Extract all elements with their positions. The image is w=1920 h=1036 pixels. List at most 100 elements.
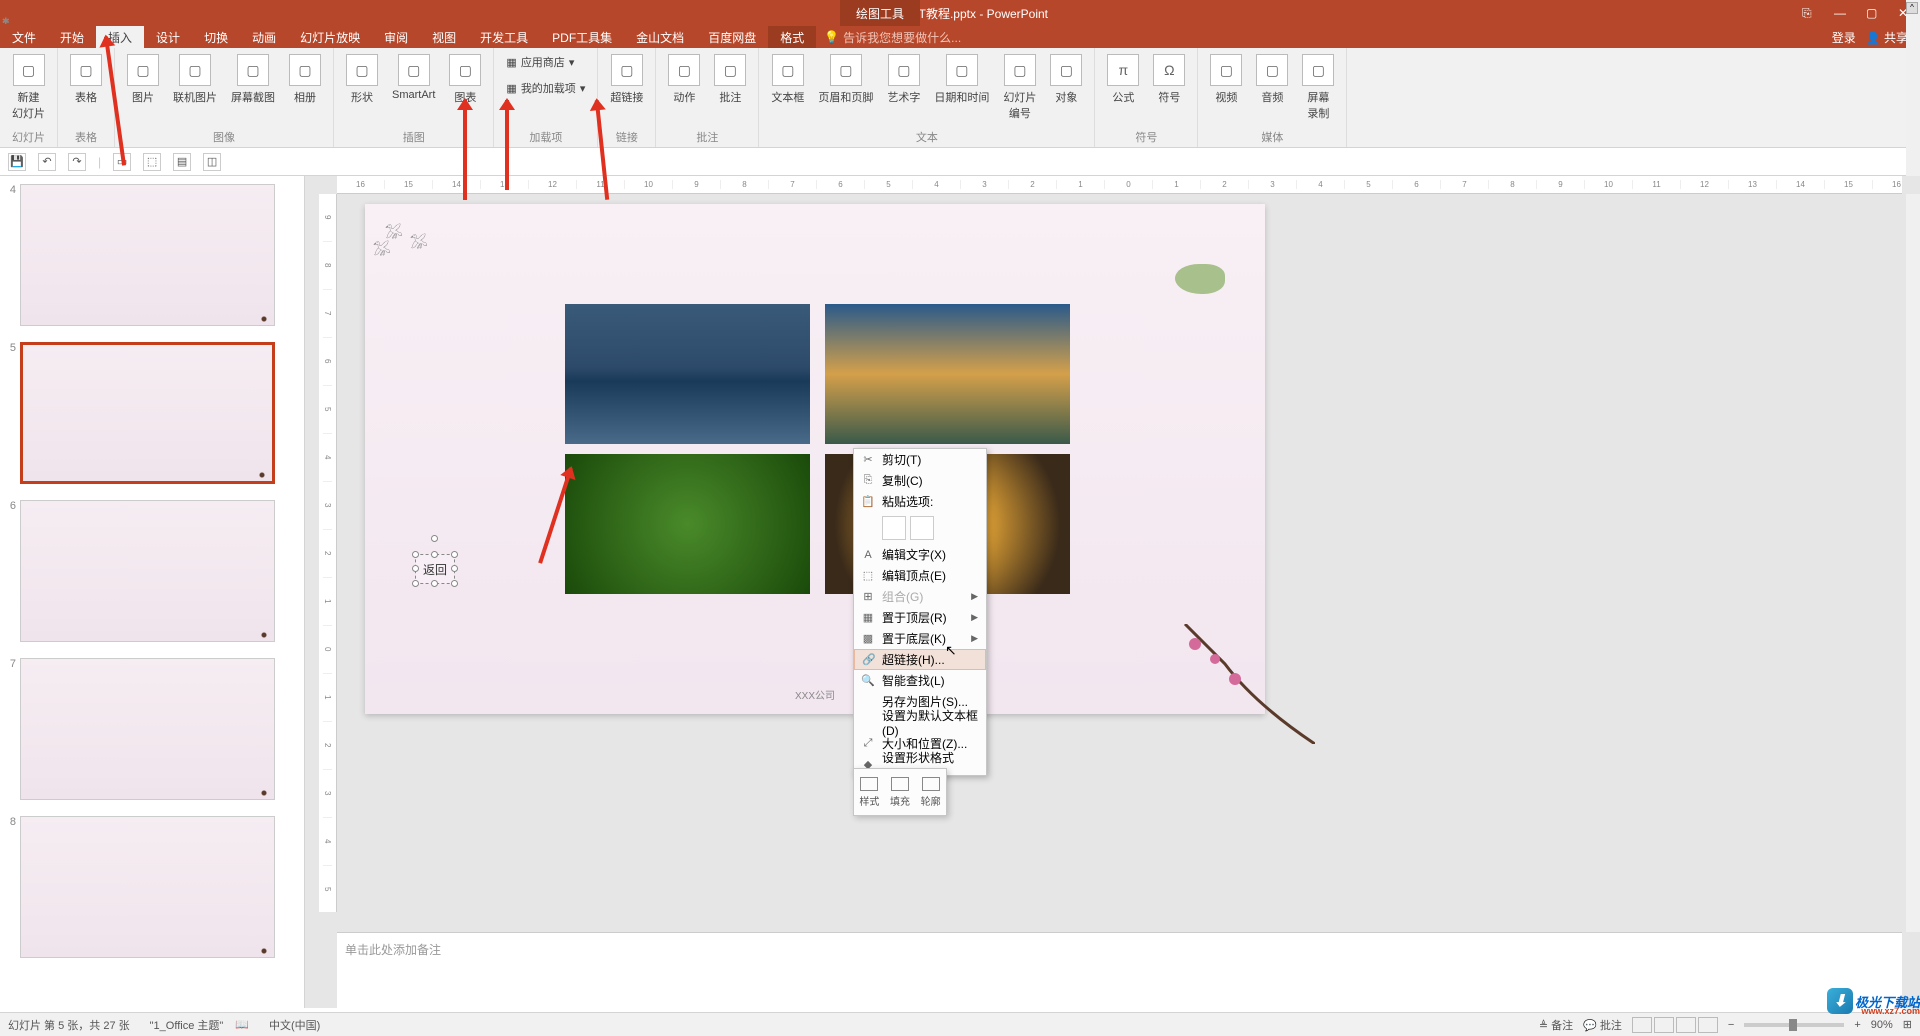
slide-thumbnail[interactable]: 4✱ (4, 184, 300, 326)
context-menu-item[interactable]: A编辑文字(X) (854, 544, 986, 565)
context-menu-item[interactable]: ✂剪切(T) (854, 449, 986, 470)
sorter-view-button[interactable] (1654, 1017, 1674, 1033)
undo-button[interactable]: ↶ (38, 153, 56, 171)
hyperlink-button[interactable]: ▢超链接 (604, 52, 649, 107)
context-menu-item[interactable]: 🔗超链接(H)... (854, 649, 986, 670)
new-slide-button[interactable]: ▢新建幻灯片 (6, 52, 51, 123)
slide-editor[interactable]: 1615141312111098765432101234567891011121… (305, 176, 1920, 1008)
tab-slideshow[interactable]: 幻灯片放映 (288, 26, 372, 48)
ribbon-group: ▢动作▢批注批注 (656, 48, 759, 147)
context-menu-item[interactable]: ⎘复制(C) (854, 470, 986, 491)
tab-transitions[interactable]: 切换 (192, 26, 240, 48)
qat-btn-5[interactable]: ⬚ (143, 153, 161, 171)
tell-me-search[interactable]: 💡告诉我您想要做什么... (816, 26, 1831, 48)
slide-thumbnails-panel[interactable]: 4✱5✱6✱7✱8✱^ (0, 176, 305, 1008)
context-menu-item[interactable]: ▦置于顶层(R)▶ (854, 607, 986, 628)
context-menu-item[interactable]: ⬚编辑顶点(E) (854, 565, 986, 586)
album-button[interactable]: ▢相册 (283, 52, 327, 107)
selected-textbox[interactable]: 返回 (415, 554, 455, 584)
tab-developer[interactable]: 开发工具 (468, 26, 540, 48)
outline-button[interactable]: 轮廓 (915, 769, 946, 815)
slide-thumbnail[interactable]: 6✱ (4, 500, 300, 642)
paste-option-button[interactable] (882, 516, 906, 540)
qat-btn-6[interactable]: ▤ (173, 153, 191, 171)
slide-image-leaf[interactable] (565, 454, 810, 594)
slide-number-button[interactable]: ▢幻灯片编号 (997, 52, 1042, 123)
tab-baidu[interactable]: 百度网盘 (696, 26, 768, 48)
table-button[interactable]: ▢表格 (64, 52, 108, 107)
action-button[interactable]: ▢动作 (662, 52, 706, 107)
slide-thumbnail[interactable]: 5✱ (4, 342, 300, 484)
tab-view[interactable]: 视图 (420, 26, 468, 48)
store-icon[interactable]: ▦应用商店 ▾ (500, 52, 591, 72)
smartart-button[interactable]: ▢SmartArt (386, 52, 441, 107)
online-picture-button[interactable]: ▢联机图片 (167, 52, 223, 107)
slide-image-lake[interactable] (825, 304, 1070, 444)
redo-button[interactable]: ↷ (68, 153, 86, 171)
context-menu-item[interactable]: 🔍智能查找(L) (854, 670, 986, 691)
wordart-button[interactable]: ▢艺术字 (881, 52, 926, 123)
canvas: 𓅮 𓅮 𓅮 XXX公司 返回 (365, 204, 1895, 904)
qat-btn-7[interactable]: ◫ (203, 153, 221, 171)
tab-file[interactable]: 文件 (0, 26, 48, 48)
zoom-level[interactable]: 90% (1871, 1019, 1893, 1031)
context-menu-item[interactable]: ▩置于底层(K)▶ (854, 628, 986, 649)
login-link[interactable]: 登录 (1832, 29, 1856, 46)
reading-view-button[interactable] (1676, 1017, 1696, 1033)
audio-icon: ▢ (1256, 54, 1288, 86)
tab-format[interactable]: 格式 (768, 26, 816, 48)
normal-view-button[interactable] (1632, 1017, 1652, 1033)
screenshot-button[interactable]: ▢屏幕截图 (225, 52, 281, 107)
textbox-button[interactable]: ▢文本框 (765, 52, 810, 123)
language-status[interactable]: 中文(中国) (269, 1017, 320, 1033)
slide-thumbnail[interactable]: 7✱ (4, 658, 300, 800)
notes-panel[interactable]: 单击此处添加备注 (337, 932, 1902, 1008)
slide-thumbnail[interactable]: 8✱ (4, 816, 300, 958)
shapes-button[interactable]: ▢形状 (340, 52, 384, 107)
maximize-button[interactable]: ▢ (1866, 6, 1880, 20)
paste-option-button[interactable] (910, 516, 934, 540)
zoom-out-button[interactable]: − (1728, 1019, 1734, 1031)
comment-button[interactable]: ▢批注 (708, 52, 752, 107)
qat-btn-4[interactable]: ▭ (113, 153, 131, 171)
tab-wps-docs[interactable]: 金山文档 (624, 26, 696, 48)
datetime-button[interactable]: ▢日期和时间 (928, 52, 995, 123)
tab-insert[interactable]: 插入 (96, 26, 144, 48)
chart-button[interactable]: ▢图表 (443, 52, 487, 107)
notes-toggle[interactable]: ≜ 备注 (1539, 1017, 1573, 1033)
style-button[interactable]: 样式 (854, 769, 885, 815)
context-menu-item[interactable]: 📋粘贴选项: (854, 491, 986, 512)
ppt-options-icon[interactable]: ⎘ (1802, 6, 1816, 20)
tab-review[interactable]: 审阅 (372, 26, 420, 48)
context-menu-item[interactable]: 设置为默认文本框(D) (854, 712, 986, 733)
fit-window-button[interactable]: ⊞ (1903, 1018, 1912, 1031)
minimize-button[interactable]: — (1834, 6, 1848, 20)
symbol-button[interactable]: Ω符号 (1147, 52, 1191, 107)
ribbon-group: ▢视频▢音频▢屏幕录制媒体 (1198, 48, 1347, 147)
slide-image-mountain[interactable] (565, 304, 810, 444)
share-button[interactable]: 👤 共享 (1866, 29, 1908, 46)
audio-button[interactable]: ▢音频 (1250, 52, 1294, 123)
screen-rec-button[interactable]: ▢屏幕录制 (1296, 52, 1340, 123)
video-button[interactable]: ▢视频 (1204, 52, 1248, 123)
tab-design[interactable]: 设计 (144, 26, 192, 48)
save-button[interactable]: 💾 (8, 153, 26, 171)
tab-pdf-tools[interactable]: PDF工具集 (540, 26, 624, 48)
editor-scrollbar[interactable] (1906, 194, 1920, 932)
slideshow-view-button[interactable] (1698, 1017, 1718, 1033)
my-addins-icon[interactable]: ▦我的加载项 ▾ (500, 78, 591, 98)
comments-toggle[interactable]: 💬 批注 (1583, 1017, 1622, 1033)
ctx-icon: A (860, 547, 876, 563)
current-slide[interactable]: 𓅮 𓅮 𓅮 XXX公司 返回 (365, 204, 1265, 714)
header-footer-button[interactable]: ▢页眉和页脚 (812, 52, 879, 123)
tab-home[interactable]: 开始 (48, 26, 96, 48)
spellcheck-icon[interactable]: 📖 (235, 1018, 249, 1031)
bulb-icon: 💡 (824, 30, 839, 44)
fill-button[interactable]: 填充 (885, 769, 916, 815)
object-button[interactable]: ▢对象 (1044, 52, 1088, 123)
zoom-slider[interactable] (1744, 1023, 1844, 1027)
tab-animations[interactable]: 动画 (240, 26, 288, 48)
picture-button[interactable]: ▢图片 (121, 52, 165, 107)
equation-button[interactable]: π公式 (1101, 52, 1145, 107)
zoom-in-button[interactable]: + (1854, 1019, 1860, 1031)
